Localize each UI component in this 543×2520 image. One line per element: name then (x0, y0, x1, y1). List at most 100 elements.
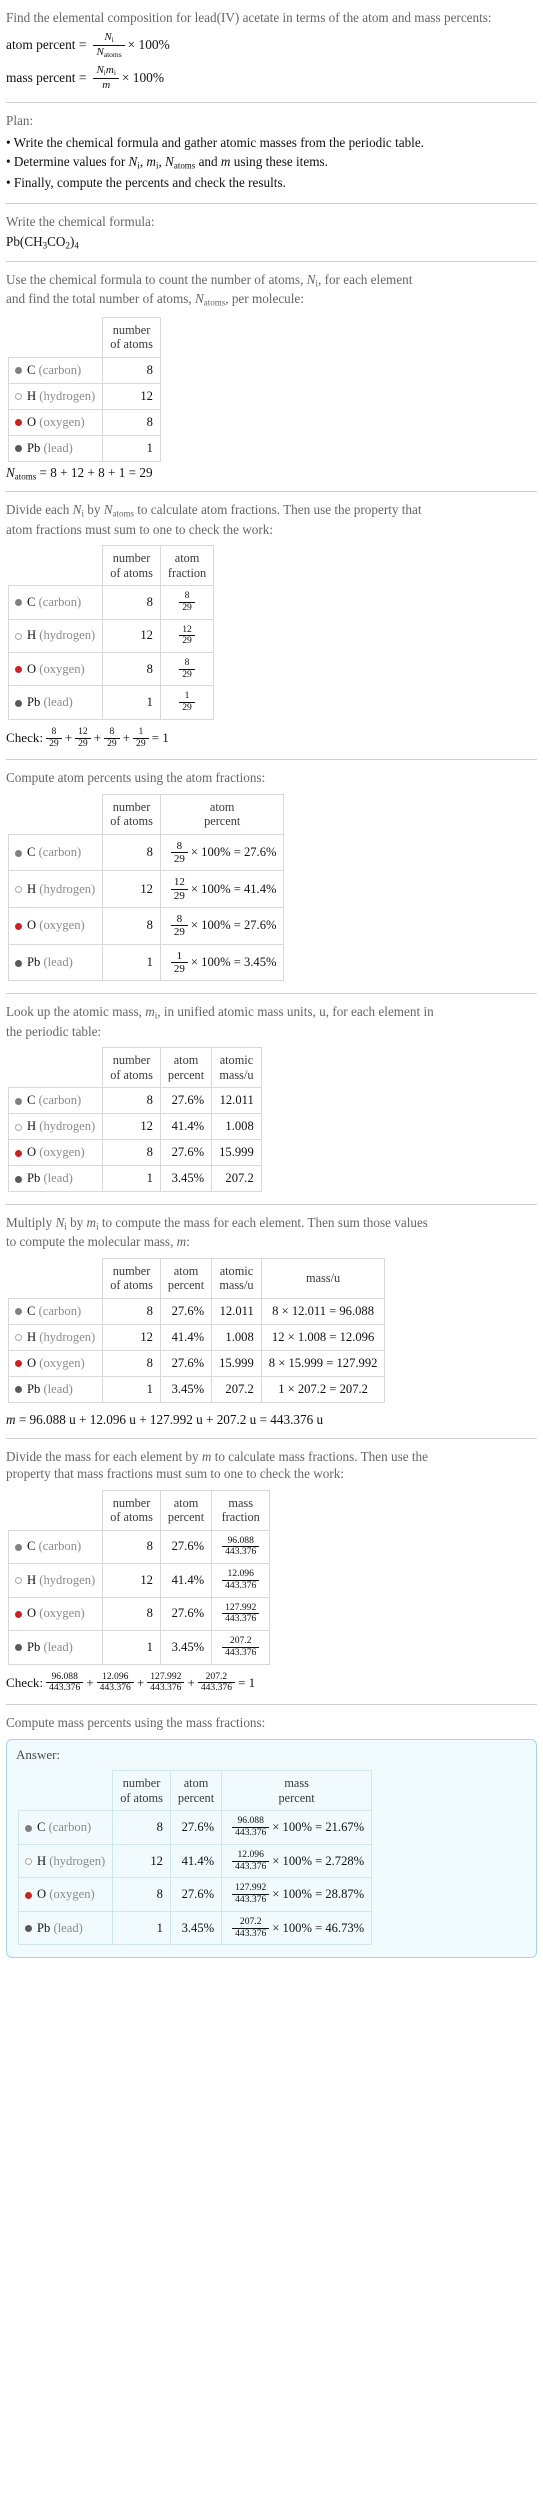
element-color-dot-icon (15, 849, 22, 857)
table-row: C (carbon) 8 27.6% 96.088 443.376 (7, 1529, 271, 1565)
element-hydrogen: H (hydrogen) (17, 1843, 114, 1879)
element-hydrogen: H (hydrogen) (7, 870, 104, 909)
header-number-of-atoms: number of atoms (102, 316, 161, 358)
oxygen-count: 8 (102, 408, 161, 436)
corner-cell (19, 1771, 113, 1811)
fraction-prompt: Divide each Ni by Natoms to calculate at… (6, 502, 422, 537)
plan-list: • Write the chemical formula and gather … (6, 133, 537, 194)
lead-fraction: 1 29 (159, 685, 215, 720)
element-color-dot-icon (15, 959, 22, 967)
carbon-mass-percent: 96.088 443.376 × 100% = 21.67% (221, 1810, 373, 1845)
table-header-row: number of atoms atom fraction (9, 545, 215, 587)
hydrogen-count: 12 (102, 618, 161, 653)
element-oxygen: O (oxygen) (7, 1349, 104, 1377)
table-row: Pb (lead) 1 1 29 × 100% = 3.45% (7, 943, 285, 982)
carbon-atom-percent: 27.6% (159, 1529, 213, 1565)
table-row: H (hydrogen) 12 12 29 (7, 618, 215, 653)
element-color-dot-icon (15, 1644, 22, 1652)
element-color-dot-icon (15, 699, 22, 707)
molecular-mass-prompt: Multiply Ni by mi to compute the mass fo… (6, 1215, 428, 1250)
section-chemical-formula: Write the chemical formula: Pb(CH3CO2)4 (6, 204, 537, 263)
element-color-dot-icon (15, 1149, 22, 1157)
element-color-dot-icon (15, 419, 22, 427)
table-header-row: number of atoms (9, 316, 161, 358)
carbon-atomic-mass: 12.011 (211, 1297, 262, 1325)
header-number-of-atoms: number of atoms (102, 545, 161, 587)
element-lead: Pb (lead) (17, 1910, 114, 1946)
lead-count: 1 (102, 1375, 161, 1403)
lead-atom-percent: 3.45% (159, 1630, 213, 1665)
lead-count: 1 (102, 434, 161, 462)
mass-percent-table: number of atoms atom percent mass percent C… (17, 1770, 373, 1946)
oxygen-mass-product: 8 × 15.999 = 127.992 (260, 1349, 386, 1377)
element-carbon: C (carbon) (7, 1087, 104, 1115)
table-row: O (oxygen) 8 (7, 408, 161, 436)
formula-prompt: Write the chemical formula: (6, 214, 155, 230)
element-color-dot-icon (25, 1925, 32, 1933)
header-atomic-mass: atomic mass/u (211, 1257, 262, 1299)
element-lead: Pb (lead) (7, 943, 104, 982)
corner-cell (9, 1490, 103, 1530)
count-prompt: Use the chemical formula to count the nu… (6, 272, 413, 308)
lead-atom-percent: 1 29 × 100% = 3.45% (159, 943, 285, 982)
atom-fraction-table: number of atoms atom fraction C (carbon) 8… (7, 545, 215, 720)
table-row: H (hydrogen) 12 41.4% 12.096 443.376 (7, 1563, 271, 1598)
table-row: Pb (lead) 1 3.45% 207.2 (7, 1165, 262, 1193)
table-row: Pb (lead) 1 (7, 434, 161, 462)
mass-percent-prompt: Compute mass percents using the mass fra… (6, 1714, 266, 1730)
corner-cell (9, 794, 103, 834)
table-row: C (carbon) 8 (7, 356, 161, 384)
carbon-mass-product: 8 × 12.011 = 96.088 (260, 1297, 386, 1325)
mass-percent-fraction: Nimi m (93, 64, 119, 91)
atomic-mass-table: number of atoms atom percent atomic mass/u … (7, 1047, 262, 1193)
table-row: H (hydrogen) 12 41.4% 1.008 12 × 1.008 =… (7, 1323, 386, 1351)
table-header-row: number of atoms atom percent atomic mass/u (9, 1047, 262, 1089)
element-color-dot-icon (15, 922, 22, 930)
element-color-dot-icon (15, 445, 22, 453)
atom-percent-prompt: Compute atom percents using the atom fra… (6, 770, 266, 786)
section-count-atoms: Use the chemical formula to count the nu… (6, 262, 537, 493)
oxygen-count: 8 (102, 651, 161, 687)
answer-label: Answer: (16, 1747, 61, 1763)
table-header-row: number of atoms atom percent atomic mass/u … (9, 1257, 386, 1299)
element-oxygen: O (oxygen) (7, 907, 104, 945)
element-lead: Pb (lead) (7, 1630, 104, 1665)
table-header-row: number of atoms atom percent (9, 793, 285, 835)
header-atomic-mass: atomic mass/u (211, 1047, 262, 1089)
table-row: C (carbon) 8 27.6% 12.011 (7, 1087, 262, 1115)
table-row: O (oxygen) 8 27.6% 127.992 443.376 (7, 1596, 271, 1632)
hydrogen-fraction: 12 29 (159, 618, 215, 653)
table-row: C (carbon) 8 27.6% 96.088 443.376 × 100% =… (17, 1810, 373, 1845)
element-hydrogen: H (hydrogen) (7, 382, 104, 410)
element-color-dot-icon (15, 1308, 22, 1316)
section-molecular-mass: Multiply Ni by mi to compute the mass fo… (6, 1205, 537, 1439)
plan-title: Plan: (6, 113, 34, 129)
element-color-dot-icon (15, 1543, 22, 1551)
mass-percent-formula: mass percent = Nimi m × 100% (6, 64, 537, 91)
hydrogen-atom-percent: 41.4% (159, 1563, 213, 1598)
element-color-dot-icon (15, 1334, 22, 1342)
hydrogen-atom-percent: 41.4% (169, 1843, 223, 1879)
element-lead: Pb (lead) (7, 434, 104, 462)
element-color-dot-icon (25, 1858, 32, 1866)
hydrogen-mass-percent: 12.096 443.376 × 100% = 2.728% (221, 1843, 373, 1879)
header-number-of-atoms: number of atoms (102, 1257, 161, 1299)
header-atom-percent: atom percent (159, 1489, 213, 1531)
element-color-dot-icon (15, 393, 22, 401)
element-color-dot-icon (15, 666, 22, 674)
element-color-dot-icon (15, 1386, 22, 1394)
table-row: O (oxygen) 8 8 29 × 100% = 27.6% (7, 907, 285, 945)
element-hydrogen: H (hydrogen) (7, 1113, 104, 1141)
atom-percent-fraction: Ni Natoms (93, 31, 125, 59)
section-mass-percents: Compute mass percents using the mass fra… (6, 1705, 537, 1968)
chemical-formula: Pb(CH3CO2)4 (6, 233, 79, 251)
corner-cell (9, 317, 103, 357)
oxygen-atom-percent: 8 29 × 100% = 27.6% (159, 907, 285, 945)
table-row: Pb (lead) 1 1 29 (7, 685, 215, 720)
element-oxygen: O (oxygen) (7, 408, 104, 436)
element-color-dot-icon (25, 1824, 32, 1832)
element-color-dot-icon (15, 599, 22, 607)
section-atom-percents: Compute atom percents using the atom fra… (6, 760, 537, 995)
header-atom-percent: atom percent (159, 1257, 213, 1299)
section-atomic-mass: Look up the atomic mass, mi, in unified … (6, 994, 537, 1206)
